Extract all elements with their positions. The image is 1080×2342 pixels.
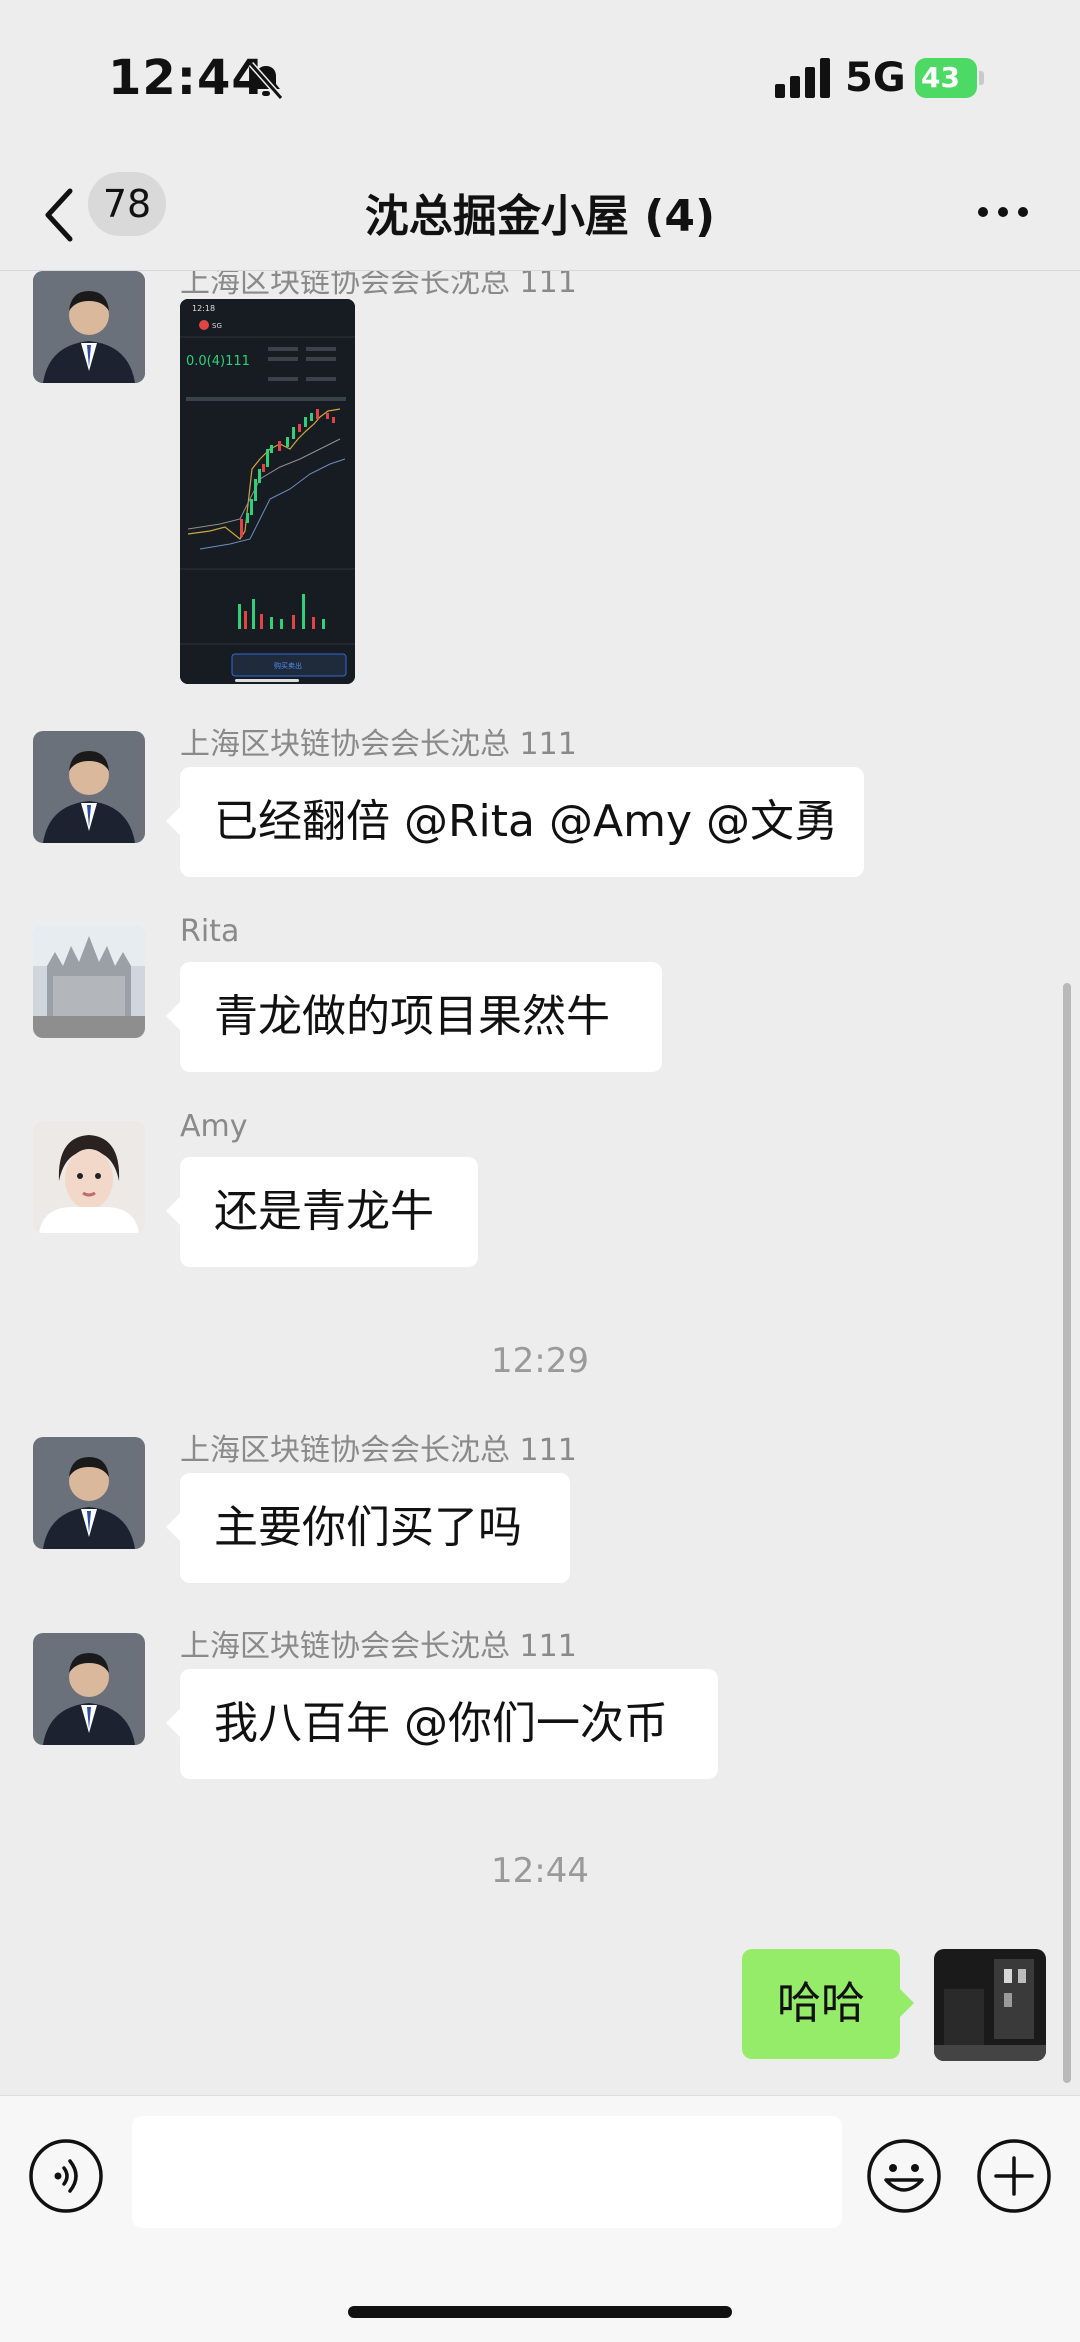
battery-icon: 43 (915, 58, 985, 98)
timestamp: 12:29 (491, 1341, 589, 1381)
image-price: 0.0(4)111 (186, 354, 250, 369)
message-bubble[interactable]: 已经翻倍 @Rita @Amy @文勇 (166, 767, 864, 877)
home-indicator[interactable] (348, 2306, 732, 2318)
sender-name: Rita (180, 914, 240, 949)
chart-screenshot-image[interactable]: 12:18 SG 0.0(4)111 购买卖出 (180, 299, 355, 684)
signal-icon (775, 58, 830, 98)
sender-name: Amy (180, 1109, 248, 1144)
my-avatar[interactable] (934, 1949, 1046, 2061)
sender-name: 上海区块链协会会长沈总 111 (180, 1629, 577, 1664)
sender-name: 上海区块链协会会长沈总 111 (180, 1433, 577, 1468)
sender-name: 上海区块链协会会长沈总 111 (180, 727, 577, 762)
scrollbar[interactable] (1063, 983, 1071, 2083)
my-message-bubble[interactable]: 哈哈 (742, 1949, 914, 2059)
image-time: 12:18 (192, 304, 215, 313)
status-time: 12:44 (108, 50, 266, 106)
image-button-text: 购买卖出 (274, 661, 302, 670)
chat-area[interactable]: 上海区块链协会会长沈总 111 12:18 SG 0.0(4)111 购买卖出 … (0, 271, 1080, 2095)
battery-level: 43 (921, 61, 960, 94)
avatar[interactable] (33, 271, 145, 383)
voice-icon[interactable] (28, 2138, 104, 2214)
avatar[interactable] (33, 926, 145, 1038)
more-icon[interactable] (976, 202, 1030, 222)
chevron-left-icon[interactable] (40, 185, 80, 245)
network-type: 5G (845, 55, 906, 101)
message-input[interactable] (132, 2116, 842, 2228)
timestamp: 12:44 (491, 1851, 589, 1891)
sender-name: 上海区块链协会会长沈总 111 (180, 271, 577, 300)
avatar[interactable] (33, 1633, 145, 1745)
message-bubble[interactable]: 还是青龙牛 (166, 1157, 478, 1267)
avatar[interactable] (33, 1437, 145, 1549)
image-symbol: SG (212, 322, 222, 330)
unread-count-badge[interactable]: 78 (88, 172, 166, 236)
avatar[interactable] (33, 731, 145, 843)
plus-icon[interactable] (976, 2138, 1052, 2214)
emoji-icon[interactable] (866, 2138, 942, 2214)
message-bubble[interactable]: 我八百年 @你们一次币 (166, 1669, 718, 1779)
avatar[interactable] (33, 1121, 145, 1233)
message-bubble[interactable]: 青龙做的项目果然牛 (166, 962, 662, 1072)
message-bubble[interactable]: 主要你们买了吗 (166, 1473, 570, 1583)
input-bar (0, 2095, 1080, 2342)
bell-slash-icon (248, 62, 284, 100)
nav-bar: 沈总掘金小屋 (4) 78 (0, 150, 1080, 271)
status-bar: 12:44 5G 43 (0, 0, 1080, 150)
